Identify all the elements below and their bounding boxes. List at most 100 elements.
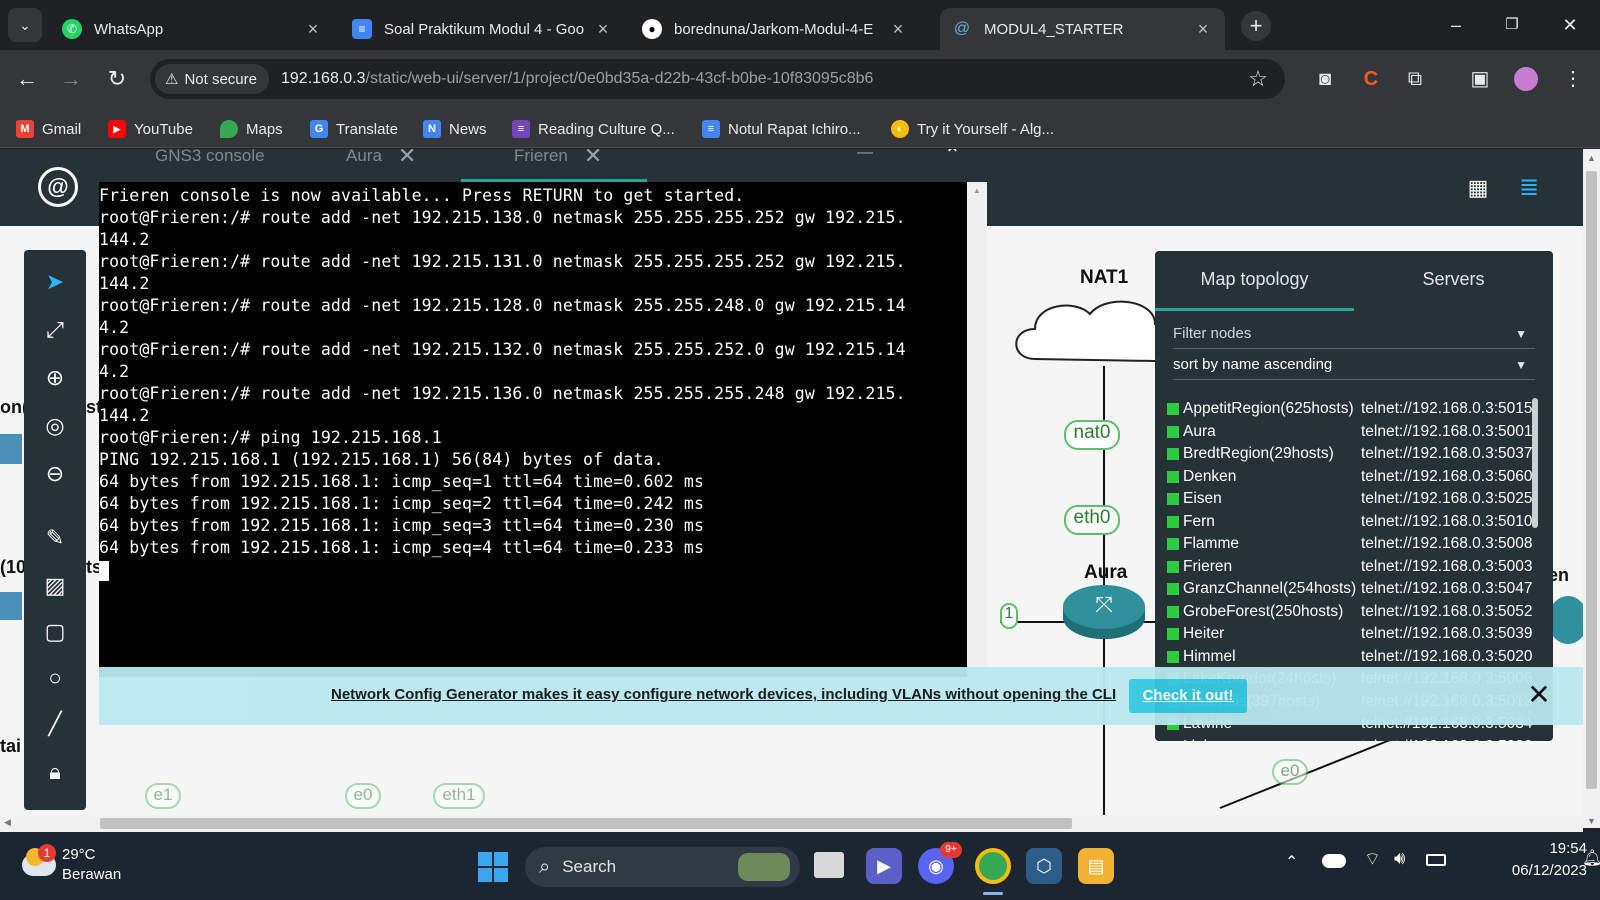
minimize-console-icon[interactable]: — xyxy=(857,149,873,161)
security-chip[interactable]: ⚠ Not secure xyxy=(155,64,269,94)
banner-text[interactable]: Network Config Generator makes it easy c… xyxy=(331,686,1116,703)
node-console-address[interactable]: telnet://192.168.0.3:5047 xyxy=(1361,580,1533,598)
node-console-address[interactable]: telnet://192.168.0.3:5060 xyxy=(1361,468,1533,486)
page-horizontal-scrollbar[interactable]: ◀ xyxy=(0,815,1583,832)
menu-kebab-icon[interactable]: ⋮ xyxy=(1558,64,1588,94)
task-view-icon[interactable] xyxy=(814,852,844,878)
grid-view-icon[interactable]: ▦ xyxy=(1461,171,1495,205)
zoom-meetings-icon[interactable]: ▶ xyxy=(866,848,902,884)
close-icon[interactable]: ✕ xyxy=(1521,677,1557,713)
weather-widget[interactable]: 1 29°C Berawan xyxy=(22,842,152,890)
tab-aura[interactable]: Aura ✕ xyxy=(346,149,416,182)
page-vertical-scrollbar[interactable]: ▲ ▼ xyxy=(1583,149,1600,828)
browser-tab-modul4[interactable]: @ MODUL4_STARTER × xyxy=(940,8,1225,50)
windows-start-icon[interactable] xyxy=(478,852,508,882)
reload-icon[interactable]: ↻ xyxy=(102,64,132,94)
close-icon[interactable]: × xyxy=(593,19,613,40)
draw-line-icon[interactable]: ╱ xyxy=(39,708,71,740)
close-window-icon[interactable]: ✕ xyxy=(1555,10,1585,40)
gns3-logo-icon[interactable]: @ xyxy=(38,167,78,207)
close-icon[interactable]: ✕ xyxy=(398,149,416,167)
node-list-item[interactable]: Denken telnet://192.168.0.3:5060 xyxy=(1167,466,1537,489)
pc-icon-partial[interactable] xyxy=(0,434,22,464)
node-list-item[interactable]: Flamme telnet://192.168.0.3:5008 xyxy=(1167,533,1537,556)
camera-icon[interactable]: ◙ xyxy=(1310,64,1340,94)
zoom-in-icon[interactable]: ⊕ xyxy=(39,362,71,394)
tab-gns3-console[interactable]: GNS3 console xyxy=(155,149,265,182)
tab-servers[interactable]: Servers xyxy=(1354,251,1553,311)
reset-zoom-icon[interactable]: ◎ xyxy=(39,410,71,442)
battery-icon[interactable] xyxy=(1426,854,1446,866)
bookmark-news[interactable]: N News xyxy=(423,117,487,141)
bookmark-youtube[interactable]: ▶ YouTube xyxy=(108,117,193,141)
bookmark-maps[interactable]: Maps xyxy=(220,117,283,141)
node-list-item[interactable]: Linietelnet://192.168.0.3:5032 xyxy=(1167,736,1537,741)
edit-pencil-icon[interactable]: ✎ xyxy=(39,522,71,554)
pc-icon-partial[interactable] xyxy=(0,592,22,620)
sort-select[interactable]: sort by name ascending ▼ xyxy=(1173,350,1535,380)
terminal-output[interactable]: Frieren console is now available... Pres… xyxy=(99,182,967,677)
browser-tab-github[interactable]: ● borednuna/Jarkom-Modul-4-E × xyxy=(630,8,920,50)
node-console-address[interactable]: telnet://192.168.0.3:5020 xyxy=(1361,648,1533,666)
node-list-item[interactable]: Aura telnet://192.168.0.3:5001 xyxy=(1167,421,1537,444)
back-icon[interactable]: ← xyxy=(12,64,42,94)
chrome-icon[interactable] xyxy=(975,848,1011,884)
bookmark-notul-rapat[interactable]: ≡ Notul Rapat Ichiro... xyxy=(702,117,861,141)
node-list-item[interactable]: GranzChannel(254hosts) telnet://192.168.0… xyxy=(1167,578,1537,601)
router-icon[interactable]: ⤧ xyxy=(1063,585,1145,639)
node-list-item[interactable]: Frieren telnet://192.168.0.3:5003 xyxy=(1167,556,1537,579)
node-console-address[interactable]: telnet://192.168.0.3:5039 xyxy=(1361,625,1533,643)
scroll-up-icon[interactable]: ▲ xyxy=(1583,153,1600,163)
node-console-address[interactable]: telnet://192.168.0.3:5008 xyxy=(1361,535,1533,553)
bookmark-translate[interactable]: G Translate xyxy=(310,117,398,141)
node-console-address[interactable]: telnet://192.168.0.3:5032 xyxy=(1361,738,1533,741)
node-console-address[interactable]: telnet://192.168.0.3:5010 xyxy=(1361,513,1533,531)
node-console-address[interactable]: telnet://192.168.0.3:5015 xyxy=(1361,400,1533,418)
topology-list-icon[interactable]: ≣ xyxy=(1512,171,1546,205)
node-console-address[interactable]: telnet://192.168.0.3:5001 xyxy=(1361,423,1533,441)
file-explorer-icon[interactable]: ▤ xyxy=(1078,848,1114,884)
taskbar-search-box[interactable]: ⌕ Search xyxy=(525,847,800,887)
node-console-address[interactable]: telnet://192.168.0.3:5052 xyxy=(1361,603,1533,621)
wifi-icon[interactable]: ⌔ xyxy=(1364,848,1381,871)
forward-icon[interactable]: → xyxy=(56,64,86,94)
node-list-item[interactable]: GrobeForest(250hosts) telnet://192.168.0.… xyxy=(1167,601,1537,624)
minimize-icon[interactable]: – xyxy=(1441,10,1471,40)
node-list-item[interactable]: Heiter telnet://192.168.0.3:5039 xyxy=(1167,623,1537,646)
node-list-item[interactable]: BredtRegion(29hosts) telnet://192.168.0.3… xyxy=(1167,443,1537,466)
browser-tab-whatsapp[interactable]: ✆ WhatsApp × xyxy=(50,8,335,50)
scroll-left-icon[interactable]: ◀ xyxy=(4,817,11,828)
close-icon[interactable]: × xyxy=(303,19,323,40)
virtualbox-icon[interactable]: ⬡ xyxy=(1026,848,1062,884)
tray-chevron-icon[interactable]: ⌃ xyxy=(1285,852,1298,872)
address-bar[interactable]: ⚠ Not secure 192.168.0.3/static/web-ui/s… xyxy=(150,59,1285,99)
collapse-console-icon[interactable]: ⌃ xyxy=(944,149,961,165)
close-icon[interactable]: × xyxy=(1193,19,1213,40)
restore-icon[interactable]: ❐ xyxy=(1497,10,1527,40)
bookmark-star-icon[interactable]: ☆ xyxy=(1243,64,1273,94)
draw-rectangle-icon[interactable]: ▢ xyxy=(39,616,71,648)
tab-search-button[interactable]: ⌄ xyxy=(8,8,42,42)
terminal-scrollbar[interactable]: ▲ xyxy=(967,182,987,677)
lock-icon[interactable]: 🔒︎ xyxy=(39,756,71,788)
node-list-item[interactable]: AppetitRegion(625hosts) telnet://192.168.… xyxy=(1167,398,1537,421)
fit-screen-icon[interactable]: ⤢ xyxy=(39,314,71,346)
scroll-up-icon[interactable]: ▲ xyxy=(967,186,987,195)
tab-map-topology[interactable]: Map topology xyxy=(1155,251,1354,311)
node-list-scrollbar[interactable] xyxy=(1532,398,1538,528)
extension-c-icon[interactable]: C xyxy=(1356,64,1386,94)
bookmark-try-it-yourself[interactable]: ◐ Try it Yourself - Alg... xyxy=(891,117,1054,141)
onedrive-icon[interactable] xyxy=(1322,854,1346,868)
check-it-out-button[interactable]: Check it out! xyxy=(1129,679,1247,713)
draw-ellipse-icon[interactable]: ○ xyxy=(39,662,71,694)
bookmark-reading-culture[interactable]: ≡ Reading Culture Q... xyxy=(512,117,675,141)
insert-image-icon[interactable]: ▨ xyxy=(39,570,71,602)
scroll-thumb[interactable] xyxy=(100,818,1072,829)
node-list-item[interactable]: Eisen telnet://192.168.0.3:5025 xyxy=(1167,488,1537,511)
scroll-thumb[interactable] xyxy=(1586,171,1597,789)
select-cursor-icon[interactable]: ➤ xyxy=(39,266,71,298)
close-icon[interactable]: × xyxy=(888,19,908,40)
side-panel-icon[interactable]: ▣ xyxy=(1465,64,1495,94)
new-tab-button[interactable]: + xyxy=(1241,11,1271,41)
node-console-address[interactable]: telnet://192.168.0.3:5025 xyxy=(1361,490,1533,508)
